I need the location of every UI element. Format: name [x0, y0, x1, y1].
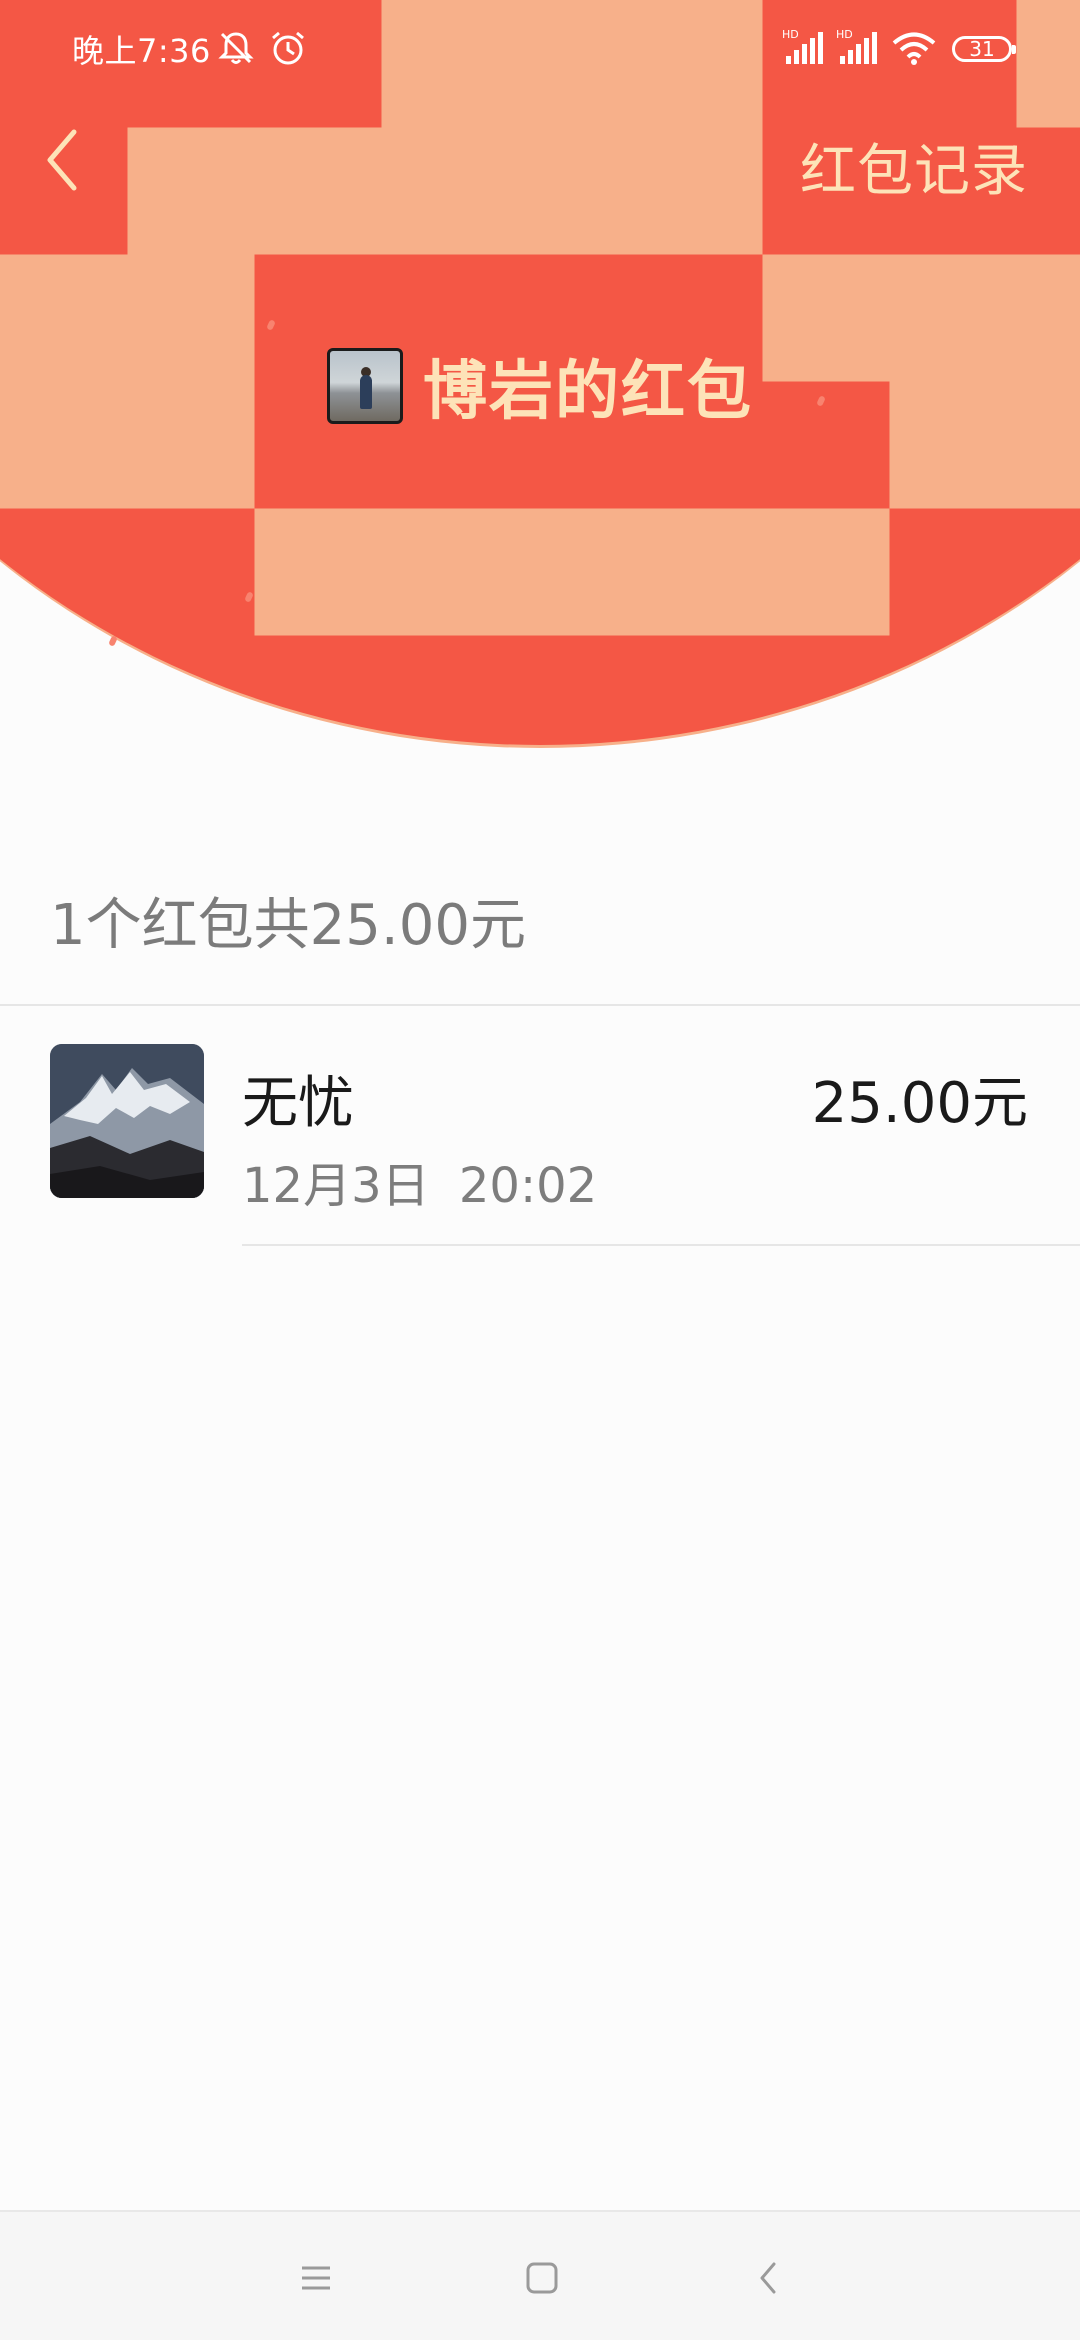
home-icon[interactable]	[514, 2250, 570, 2306]
receive-time: 12月3日 20:02	[242, 1158, 598, 1214]
back-icon[interactable]	[740, 2250, 796, 2306]
signal-hd-icon: HD	[782, 28, 823, 64]
battery-icon: 31	[952, 36, 1016, 62]
svg-text:HD: HD	[836, 28, 853, 41]
mountain-photo-icon	[50, 1044, 204, 1198]
back-chevron-icon[interactable]	[36, 122, 96, 198]
menu-icon[interactable]	[288, 2250, 344, 2306]
red-packet-title-text: 博岩的红包	[423, 355, 753, 429]
signal-hd-icon: HD	[836, 28, 877, 64]
red-packet-title: 博岩的红包	[0, 340, 1080, 432]
receiver-record-row[interactable]: 无忧 12月3日 20:02 25.00元	[0, 1006, 1080, 1246]
red-packet-records-link[interactable]: 红包记录	[800, 126, 1028, 207]
avatar-figure-body	[360, 375, 372, 409]
sender-avatar[interactable]	[327, 348, 403, 424]
receive-amount: 25.00元	[811, 1071, 1028, 1136]
alarm-icon	[272, 31, 304, 65]
receiver-name: 无忧	[242, 1071, 354, 1136]
system-navigation-bar	[0, 2210, 1080, 2340]
red-packet-detail-screen: 晚上7:36 HD HD 31 红包记录 博岩的红包 1个红包共25.00元 无…	[0, 0, 1080, 2340]
red-packet-summary: 1个红包共25.00元	[50, 893, 526, 958]
status-time: 晚上7:36	[72, 32, 211, 70]
status-bar: 晚上7:36 HD HD 31	[0, 0, 1080, 100]
sparkle-decoration	[108, 635, 118, 647]
mute-bell-icon	[218, 32, 254, 64]
divider	[242, 1244, 1080, 1246]
wifi-icon	[892, 32, 936, 65]
receiver-avatar[interactable]	[50, 1044, 204, 1198]
svg-text:HD: HD	[782, 28, 799, 41]
